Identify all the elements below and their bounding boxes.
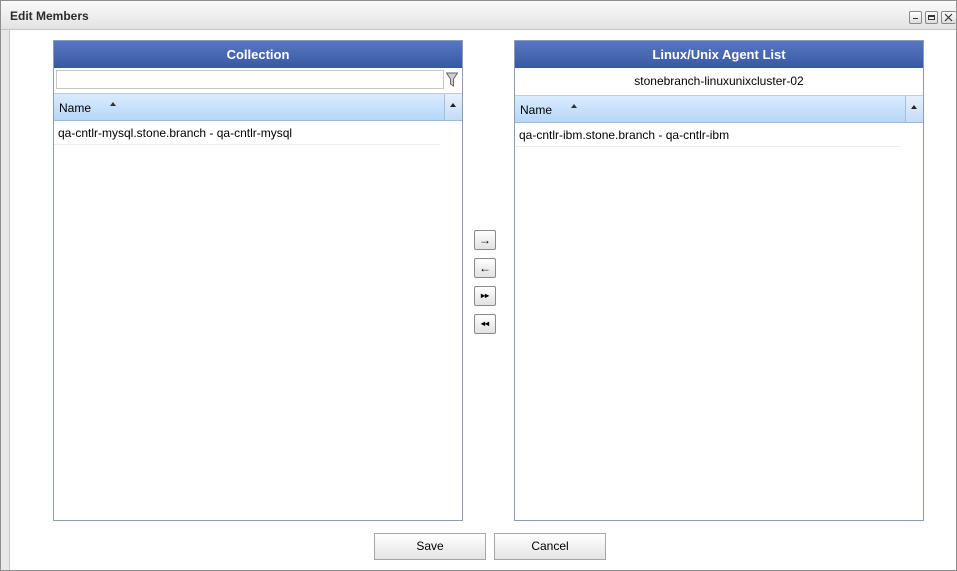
list-item[interactable]: qa-cntlr-mysql.stone.branch - qa-cntlr-m… xyxy=(54,121,440,145)
filter-input[interactable] xyxy=(56,70,444,89)
collection-grid-header: Name xyxy=(54,94,462,121)
agent-list-header: Linux/Unix Agent List xyxy=(515,41,923,68)
scroll-up-icon xyxy=(450,103,456,107)
collection-header: Collection xyxy=(54,41,462,68)
maximize-icon[interactable] xyxy=(925,11,938,24)
filter-icon[interactable] xyxy=(446,72,458,88)
scroll-up-button[interactable] xyxy=(444,94,462,120)
move-all-right-button[interactable]: ▸▸ xyxy=(474,286,496,306)
sort-ascending-icon xyxy=(110,102,116,106)
move-all-left-button[interactable]: ◂◂ xyxy=(474,314,496,334)
move-right-button[interactable]: → xyxy=(474,230,496,250)
scroll-up-icon xyxy=(911,105,917,109)
window-title: Edit Members xyxy=(10,9,89,23)
minimize-icon[interactable] xyxy=(909,11,922,24)
cancel-button[interactable]: Cancel xyxy=(494,533,606,560)
filter-row xyxy=(54,68,462,94)
agent-grid-header: Name xyxy=(515,96,923,123)
name-column-header[interactable]: Name xyxy=(59,101,91,115)
cluster-name: stonebranch-linuxunixcluster-02 xyxy=(515,68,923,96)
list-item[interactable]: qa-cntlr-ibm.stone.branch - qa-cntlr-ibm xyxy=(515,123,901,147)
name-column-header[interactable]: Name xyxy=(520,103,552,117)
window-left-border xyxy=(1,30,10,570)
close-icon[interactable] xyxy=(941,11,956,24)
sort-ascending-icon xyxy=(571,104,577,108)
scroll-up-button[interactable] xyxy=(905,96,923,122)
agent-list-panel: Linux/Unix Agent List stonebranch-linuxu… xyxy=(514,40,924,521)
title-bar: Edit Members xyxy=(1,1,956,30)
save-button[interactable]: Save xyxy=(374,533,486,560)
collection-panel: Collection Name qa-cntlr-mysql.stone.bra… xyxy=(53,40,463,521)
move-left-button[interactable]: ← xyxy=(474,258,496,278)
